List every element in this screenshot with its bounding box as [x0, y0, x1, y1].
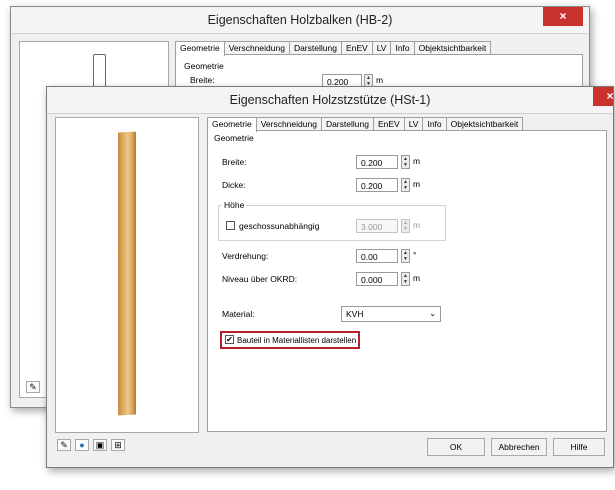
front-titlebar: Eigenschaften Holzstzstütze (HSt-1) × [47, 87, 613, 114]
verdrehung-unit: ° [413, 250, 417, 260]
ok-button[interactable]: OK [427, 438, 485, 456]
dicke-unit: m [413, 179, 421, 189]
tab-enev[interactable]: EnEV [372, 117, 405, 131]
tab-darstellung[interactable]: Darstellung [320, 117, 374, 131]
back-tab-lv[interactable]: LV [371, 41, 392, 55]
bauteil-label: Bauteil in Materiallisten darstellen [237, 336, 357, 345]
breite-unit: m [413, 156, 421, 166]
timber-column-image [118, 131, 136, 416]
front-close-button[interactable]: × [593, 87, 613, 106]
front-dialog: Eigenschaften Holzstzstütze (HSt-1) × ✎ … [46, 86, 614, 468]
verdrehung-label: Verdrehung: [222, 251, 269, 261]
cancel-button[interactable]: Abbrechen [491, 438, 547, 456]
verdrehung-input[interactable]: 0.00 [356, 249, 398, 263]
tab-verschneidung[interactable]: Verschneidung [255, 117, 322, 131]
hoehe-spinner[interactable]: ▲ ▼ [401, 219, 410, 233]
verdrehung-spinner[interactable]: ▲ ▼ [401, 249, 410, 263]
tab-geometrie[interactable]: Geometrie [207, 117, 257, 132]
help-button[interactable]: Hilfe [553, 438, 605, 456]
hoehe-group-title: Höhe [222, 200, 247, 210]
hoehe-input[interactable]: 3.000 [356, 219, 398, 233]
geometrie-tab-panel: Geometrie Breite: 0.200 ▲ ▼ m Dicke: 0.20… [207, 130, 607, 432]
back-tab-geometrie[interactable]: Geometrie [175, 41, 225, 56]
breite-input[interactable]: 0.200 [356, 155, 398, 169]
breite-spinner[interactable]: ▲ ▼ [401, 155, 410, 169]
hoehe-unit: m [413, 220, 421, 230]
back-dialog-title: Eigenschaften Holzbalken (HB-2) [207, 13, 393, 27]
geschossunabhaengig-checkbox[interactable] [226, 221, 235, 230]
material-value: KVH [346, 309, 364, 319]
front-dialog-title: Eigenschaften Holzstzstütze (HSt-1) [229, 93, 431, 107]
geschossunabhaengig-label: geschossunabhängig [239, 221, 320, 231]
geometrie-group-title: Geometrie [214, 133, 254, 143]
color-icon[interactable]: ● [75, 439, 89, 451]
front-preview-pane [55, 117, 199, 433]
back-tab-objektsichtbarkeit[interactable]: Objektsichtbarkeit [413, 41, 492, 55]
back-breite-unit: m [376, 75, 384, 85]
dicke-input[interactable]: 0.200 [356, 178, 398, 192]
breite-label: Breite: [222, 157, 247, 167]
tab-lv[interactable]: LV [403, 117, 424, 131]
front-tab-strip: Geometrie Verschneidung Darstellung EnEV… [207, 117, 524, 132]
back-titlebar: Eigenschaften Holzbalken (HB-2) × [11, 7, 589, 34]
pencil-icon[interactable]: ✎ [26, 381, 40, 393]
niveau-spinner[interactable]: ▲ ▼ [401, 272, 410, 286]
back-breite-label: Breite: [190, 75, 215, 85]
niveau-label: Niveau über OKRD: [222, 274, 298, 284]
back-close-button[interactable]: × [543, 7, 583, 26]
bauteil-checkbox[interactable]: ✔ [225, 335, 234, 344]
save-icon[interactable]: ▣ [93, 439, 107, 451]
niveau-unit: m [413, 273, 421, 283]
tab-info[interactable]: Info [422, 117, 447, 131]
grid-icon[interactable]: ⊞ [111, 439, 125, 451]
material-select[interactable]: KVH ⌄ [341, 306, 441, 322]
tab-objektsichtbarkeit[interactable]: Objektsichtbarkeit [445, 117, 524, 131]
pencil-icon[interactable]: ✎ [57, 439, 71, 451]
back-tab-info[interactable]: Info [390, 41, 415, 55]
back-tab-enev[interactable]: EnEV [340, 41, 373, 55]
dicke-spinner[interactable]: ▲ ▼ [401, 178, 410, 192]
niveau-input[interactable]: 0.000 [356, 272, 398, 286]
back-tab-darstellung[interactable]: Darstellung [288, 41, 342, 55]
back-group-title: Geometrie [184, 61, 224, 71]
chevron-down-icon: ⌄ [429, 309, 436, 318]
dicke-label: Dicke: [222, 180, 246, 190]
material-label: Material: [222, 309, 255, 319]
back-tab-strip: Geometrie Verschneidung Darstellung EnEV… [175, 41, 492, 56]
back-tab-verschneidung[interactable]: Verschneidung [223, 41, 290, 55]
